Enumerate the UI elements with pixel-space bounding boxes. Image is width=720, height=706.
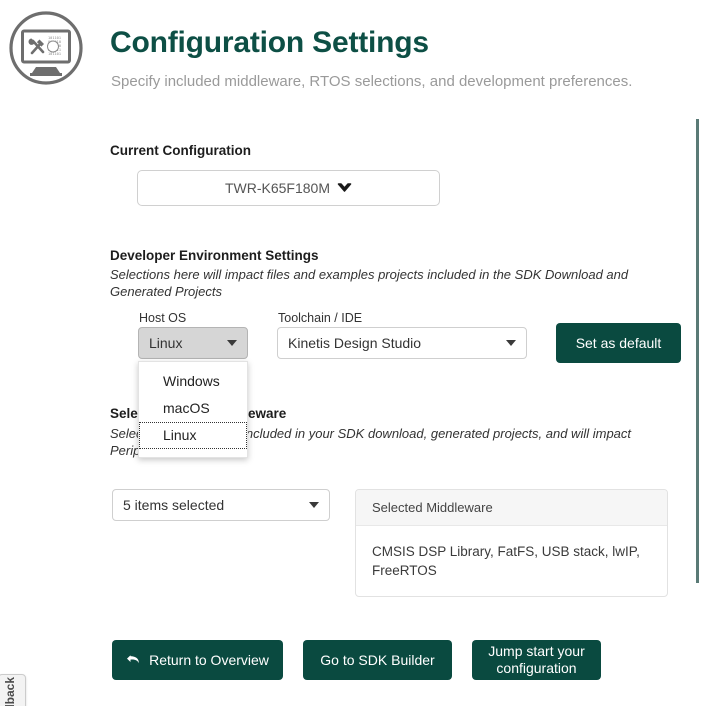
- svg-text:101101: 101101: [48, 52, 61, 56]
- chevron-down-icon: [337, 181, 352, 196]
- chevron-down-icon: [309, 502, 319, 508]
- toolchain-select[interactable]: Kinetis Design Studio: [277, 327, 527, 359]
- host-os-value: Linux: [149, 335, 221, 351]
- feedback-tab[interactable]: Feedback: [0, 674, 26, 706]
- configuration-settings-page: 101101 011010 100110 010011 101101 Confi…: [0, 0, 720, 706]
- back-arrow-icon: [126, 652, 141, 669]
- page-header: 101101 011010 100110 010011 101101 Confi…: [0, 0, 720, 110]
- developer-environment-note: Selections here will impact files and ex…: [110, 266, 672, 300]
- toolchain-value: Kinetis Design Studio: [288, 335, 500, 351]
- toolchain-label: Toolchain / IDE: [278, 311, 362, 325]
- host-os-option-linux[interactable]: Linux: [139, 422, 247, 449]
- host-os-dropdown-menu[interactable]: Windows macOS Linux: [138, 361, 248, 458]
- middleware-select[interactable]: 5 items selected: [112, 489, 330, 521]
- developer-environment-heading: Developer Environment Settings: [110, 248, 319, 263]
- set-as-default-button[interactable]: Set as default: [556, 323, 681, 363]
- current-configuration-label: Current Configuration: [110, 143, 251, 158]
- vertical-scrollbar[interactable]: [696, 119, 699, 583]
- selected-middleware-panel: Selected Middleware CMSIS DSP Library, F…: [355, 489, 668, 597]
- return-to-overview-button[interactable]: Return to Overview: [112, 640, 283, 680]
- monitor-tools-binary-icon: 101101 011010 100110 010011 101101: [8, 10, 84, 86]
- chevron-down-icon: [506, 340, 516, 346]
- current-configuration-selector[interactable]: TWR-K65F180M: [137, 170, 440, 206]
- go-to-sdk-builder-button[interactable]: Go to SDK Builder: [303, 640, 452, 680]
- page-subtitle: Specify included middleware, RTOS select…: [111, 73, 632, 90]
- host-os-option-windows[interactable]: Windows: [139, 368, 247, 395]
- selected-middleware-list: CMSIS DSP Library, FatFS, USB stack, lwI…: [356, 526, 667, 580]
- chevron-down-icon: [227, 340, 237, 346]
- host-os-label: Host OS: [139, 311, 186, 325]
- host-os-select[interactable]: Linux: [138, 327, 248, 359]
- middleware-select-value: 5 items selected: [123, 497, 303, 513]
- selected-middleware-title: Selected Middleware: [356, 490, 667, 526]
- jump-start-configuration-button[interactable]: Jump start your configuration: [472, 640, 601, 680]
- page-title: Configuration Settings: [110, 26, 429, 60]
- feedback-tab-label: Feedback: [3, 677, 17, 706]
- host-os-option-macos[interactable]: macOS: [139, 395, 247, 422]
- current-configuration-value: TWR-K65F180M: [225, 180, 330, 196]
- return-to-overview-label: Return to Overview: [149, 652, 269, 669]
